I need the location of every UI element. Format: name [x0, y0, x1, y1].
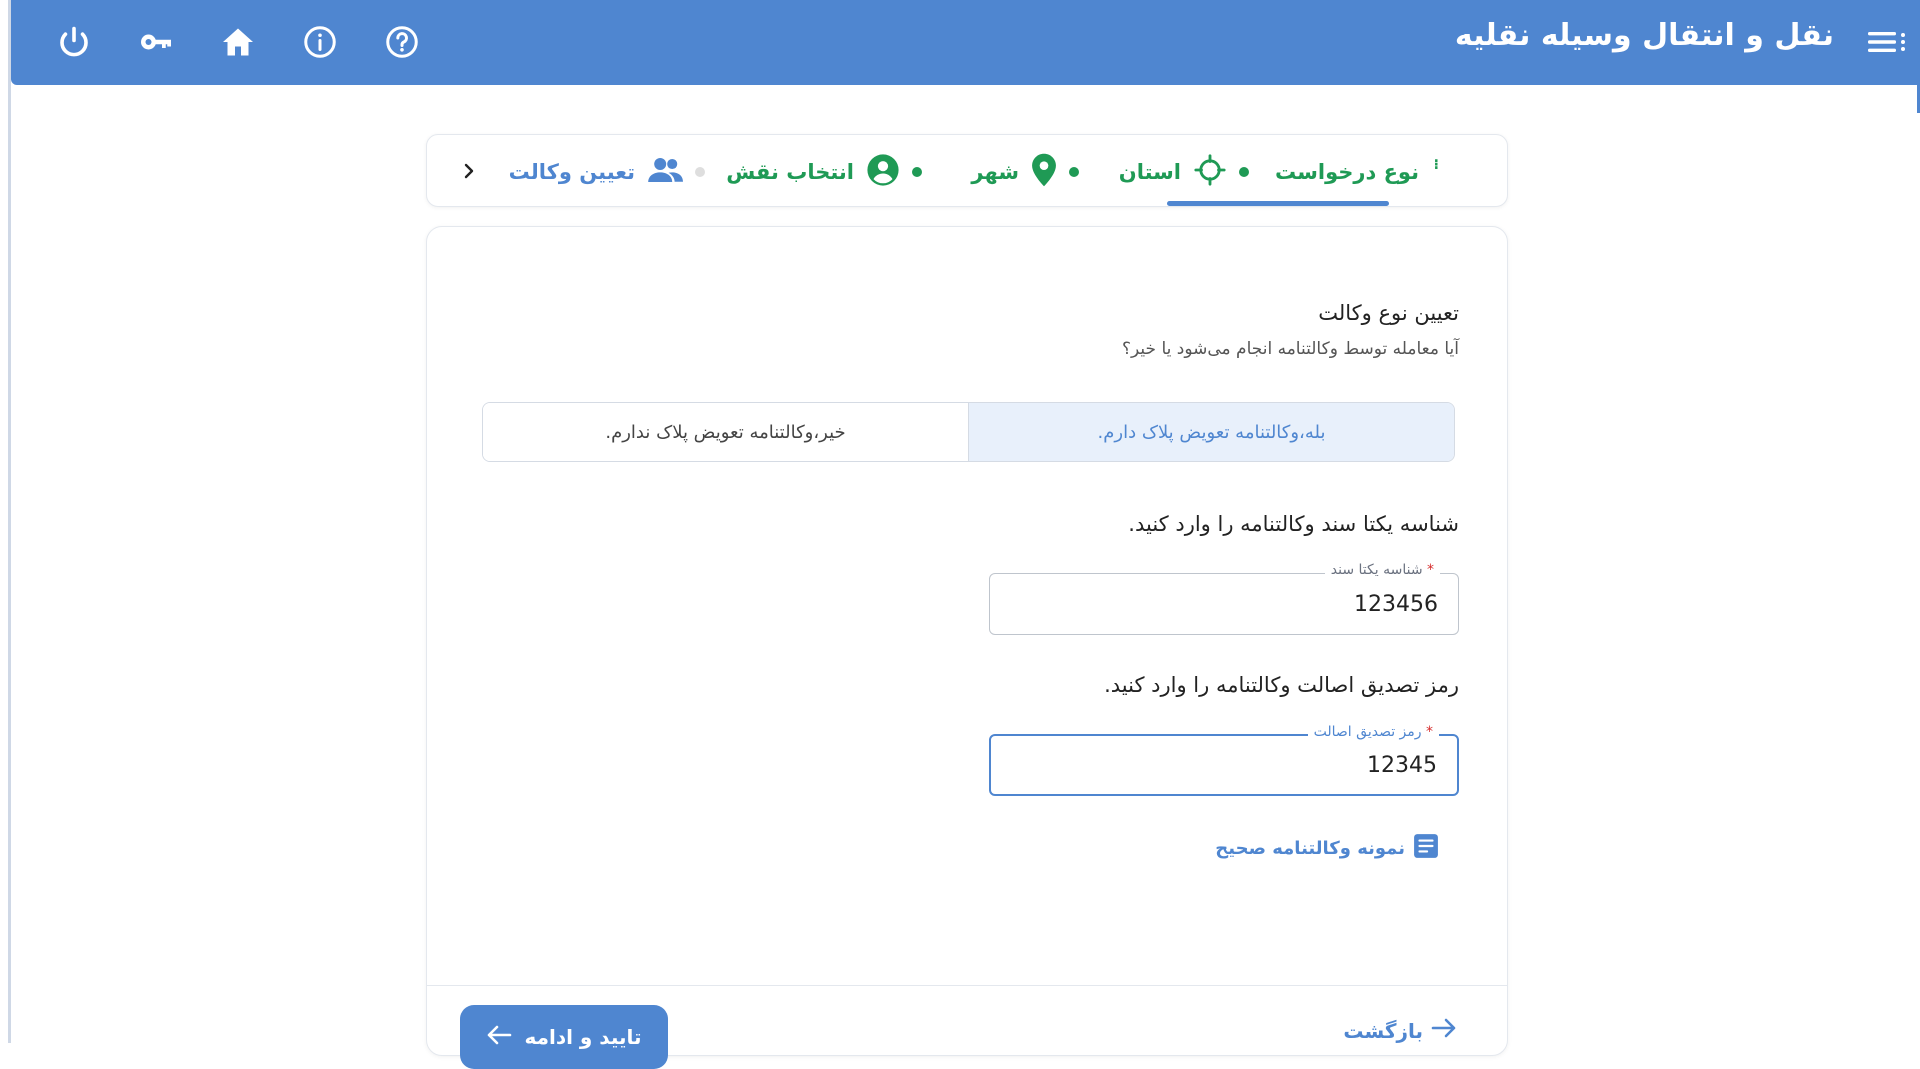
doc-id-input[interactable]: [990, 574, 1458, 634]
step-label: استان: [1118, 159, 1181, 184]
form-card: تعیین نوع وکالت آیا معامله توسط وکالتنام…: [426, 226, 1508, 1069]
stepper-more-icon: ⁝: [1433, 157, 1439, 173]
step-dot: [1239, 166, 1249, 177]
confirm-label: تایید و ادامه: [524, 1025, 642, 1049]
step-power-of-attorney[interactable]: تعیین وکالت: [509, 135, 705, 208]
power-icon[interactable]: [51, 19, 97, 65]
toggle-yes-option[interactable]: بله،وکالتنامه تعویض پلاک دارم.: [968, 403, 1454, 461]
auth-code-prompt: رمز تصدیق اصالت وکالتنامه را وارد کنید.: [1104, 673, 1459, 697]
map-pin-icon: [1031, 153, 1057, 191]
info-icon[interactable]: [297, 19, 343, 65]
doc-id-prompt: شناسه یکتا سند وکالتنامه را وارد کنید.: [1128, 512, 1459, 536]
step-city[interactable]: شهر: [971, 135, 1079, 208]
attorney-toggle: بله،وکالتنامه تعویض پلاک دارم. خیر،وکالت…: [482, 402, 1455, 462]
toggle-no-option[interactable]: خیر،وکالتنامه تعویض پلاک ندارم.: [483, 403, 968, 461]
app-header: نقل و انتقال وسیله نقلیه: [11, 0, 1920, 85]
key-icon[interactable]: [133, 19, 179, 65]
step-label: تعیین وکالت: [508, 159, 635, 184]
step-select-role[interactable]: انتخاب نقش: [726, 135, 922, 208]
home-icon[interactable]: [215, 19, 261, 65]
step-dot: [912, 166, 922, 177]
header-toolbar: [51, 16, 425, 68]
active-step-indicator: [1167, 201, 1389, 206]
step-dot: [1069, 166, 1079, 177]
users-icon: [647, 156, 683, 188]
auth-code-field: * رمز تصدیق اصالت: [989, 724, 1459, 796]
user-circle-icon: [866, 153, 900, 191]
section-subtitle: آیا معامله توسط وکالتنامه انجام می‌شود ی…: [1122, 339, 1459, 359]
wizard-stepper: ⁝ نوع درخواست استان شهر انتخاب نقش تعیین…: [426, 134, 1508, 207]
back-button[interactable]: بازگشت: [1343, 1017, 1457, 1044]
page-title: نقل و انتقال وسیله نقلیه: [1454, 18, 1834, 53]
sample-document-label: نمونه وکالتنامه صحیح: [1215, 837, 1405, 859]
arrow-left-icon: [486, 1024, 512, 1051]
help-icon[interactable]: [379, 19, 425, 65]
step-label: نوع درخواست: [1275, 159, 1419, 184]
app-frame: نقل و انتقال وسیله نقلیه ⁝ نوع درخواست ا…: [8, 0, 1920, 1069]
section-title: تعیین نوع وکالت: [1318, 301, 1459, 325]
back-label: بازگشت: [1343, 1018, 1423, 1043]
arrow-right-icon: [1431, 1017, 1457, 1044]
step-province[interactable]: استان: [1119, 135, 1249, 208]
sample-document-link[interactable]: نمونه وکالتنامه صحیح: [1215, 833, 1439, 863]
footer-divider: [427, 985, 1507, 986]
document-icon: [1413, 833, 1439, 863]
doc-id-field: * شناسه یکتا سند: [989, 562, 1459, 635]
confirm-continue-button[interactable]: تایید و ادامه: [460, 1005, 668, 1069]
crosshair-icon: [1193, 153, 1227, 191]
chevron-right-icon[interactable]: [457, 157, 481, 185]
auth-code-input[interactable]: [991, 736, 1457, 794]
menu-icon[interactable]: [1862, 22, 1914, 62]
step-label: شهر: [971, 159, 1019, 184]
step-label: انتخاب نقش: [726, 159, 854, 184]
step-dot: [695, 166, 705, 177]
step-request-type[interactable]: نوع درخواست: [1275, 135, 1419, 208]
